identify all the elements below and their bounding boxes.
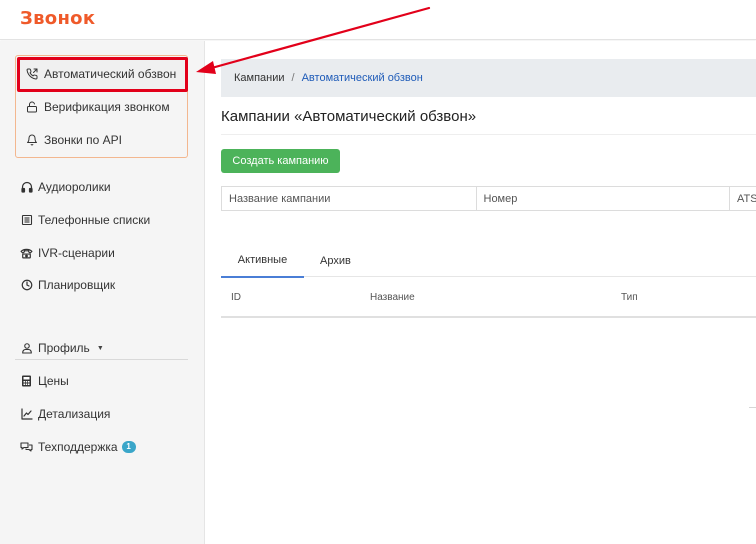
submenu-item-label: Звонки по API bbox=[44, 133, 122, 147]
sidebar-item-label: Профиль bbox=[38, 341, 90, 355]
list-icon bbox=[20, 214, 33, 227]
sidebar-item-phone-lists[interactable]: Телефонные списки bbox=[20, 210, 150, 230]
submenu-item-label: Автоматический обзвон bbox=[44, 67, 177, 81]
column-header-id[interactable]: ID bbox=[231, 292, 241, 303]
submenu-item-api-calls[interactable]: Звонки по API bbox=[16, 124, 187, 156]
sidebar-item-details[interactable]: Детализация bbox=[20, 404, 110, 424]
submenu-item-auto-dial[interactable]: Автоматический обзвон bbox=[16, 58, 187, 90]
sidebar-item-label: Телефонные списки bbox=[38, 213, 151, 227]
title-divider bbox=[221, 134, 756, 135]
submenu-item-label: Верификация звонком bbox=[44, 100, 170, 114]
sidebar-item-label: IVR-сценарии bbox=[38, 246, 115, 260]
sidebar-item-label: Цены bbox=[38, 374, 69, 388]
user-icon bbox=[20, 342, 33, 355]
number-filter[interactable] bbox=[476, 187, 730, 210]
ats-filter[interactable] bbox=[730, 187, 756, 210]
column-header-type[interactable]: Тип bbox=[621, 292, 638, 303]
sidebar-item-label: Планировщик bbox=[38, 278, 116, 292]
filter-row bbox=[221, 186, 756, 211]
sidebar-item-label: Техподдержка bbox=[38, 440, 118, 454]
breadcrumb-current[interactable]: Автоматический обзвон bbox=[302, 72, 423, 84]
campaign-name-filter[interactable] bbox=[222, 187, 477, 210]
submenu-item-call-verification[interactable]: Верификация звонком bbox=[16, 91, 187, 123]
campaign-tabs: Активные Архив bbox=[221, 244, 756, 278]
sidebar-item-label: Детализация bbox=[38, 407, 111, 421]
caret-down-icon: ▼ bbox=[96, 344, 104, 352]
scroll-indicator bbox=[749, 407, 756, 408]
breadcrumb-root[interactable]: Кампании bbox=[234, 72, 285, 84]
tab-archive[interactable]: Архив bbox=[320, 244, 380, 277]
chat-icon bbox=[20, 441, 33, 454]
headphones-icon bbox=[20, 181, 33, 194]
clock-icon bbox=[20, 279, 33, 292]
table-header: ID Название Тип bbox=[221, 279, 756, 318]
sidebar-item-support[interactable]: Техподдержка 1 bbox=[20, 437, 136, 457]
breadcrumb-separator: / bbox=[291, 72, 295, 84]
top-bar: Звонок bbox=[0, 0, 756, 40]
sidebar-item-profile[interactable]: Профиль ▼ bbox=[20, 338, 104, 358]
sidebar-item-label: Аудиоролики bbox=[38, 180, 111, 194]
column-header-name[interactable]: Название bbox=[370, 292, 415, 303]
notification-badge: 1 bbox=[121, 441, 136, 453]
tab-active[interactable]: Активные bbox=[221, 244, 304, 278]
sidebar-divider bbox=[15, 359, 188, 360]
breadcrumb: Кампании / Автоматический обзвон bbox=[221, 59, 756, 97]
sidebar-item-audio[interactable]: Аудиоролики bbox=[20, 177, 111, 197]
unlock-icon bbox=[25, 100, 39, 114]
calculator-icon bbox=[20, 375, 33, 388]
telephone-icon bbox=[20, 247, 33, 260]
page-title: Кампании «Автоматический обзвон» bbox=[221, 108, 477, 125]
sidebar-item-ivr[interactable]: IVR-сценарии bbox=[20, 243, 115, 263]
logo[interactable]: Звонок bbox=[20, 8, 95, 29]
main-content: Кампании / Автоматический обзвон Кампани… bbox=[205, 41, 756, 544]
phone-outgoing-icon bbox=[25, 67, 39, 81]
create-campaign-button[interactable]: Создать кампанию bbox=[221, 149, 340, 173]
sidebar-item-scheduler[interactable]: Планировщик bbox=[20, 275, 115, 295]
bell-icon bbox=[25, 133, 39, 147]
chart-line-icon bbox=[20, 408, 33, 421]
sidebar-item-prices[interactable]: Цены bbox=[20, 371, 69, 391]
sidebar: Автоматический обзвон Верификация звонко… bbox=[0, 41, 205, 544]
submenu-box: Автоматический обзвон Верификация звонко… bbox=[15, 55, 188, 158]
